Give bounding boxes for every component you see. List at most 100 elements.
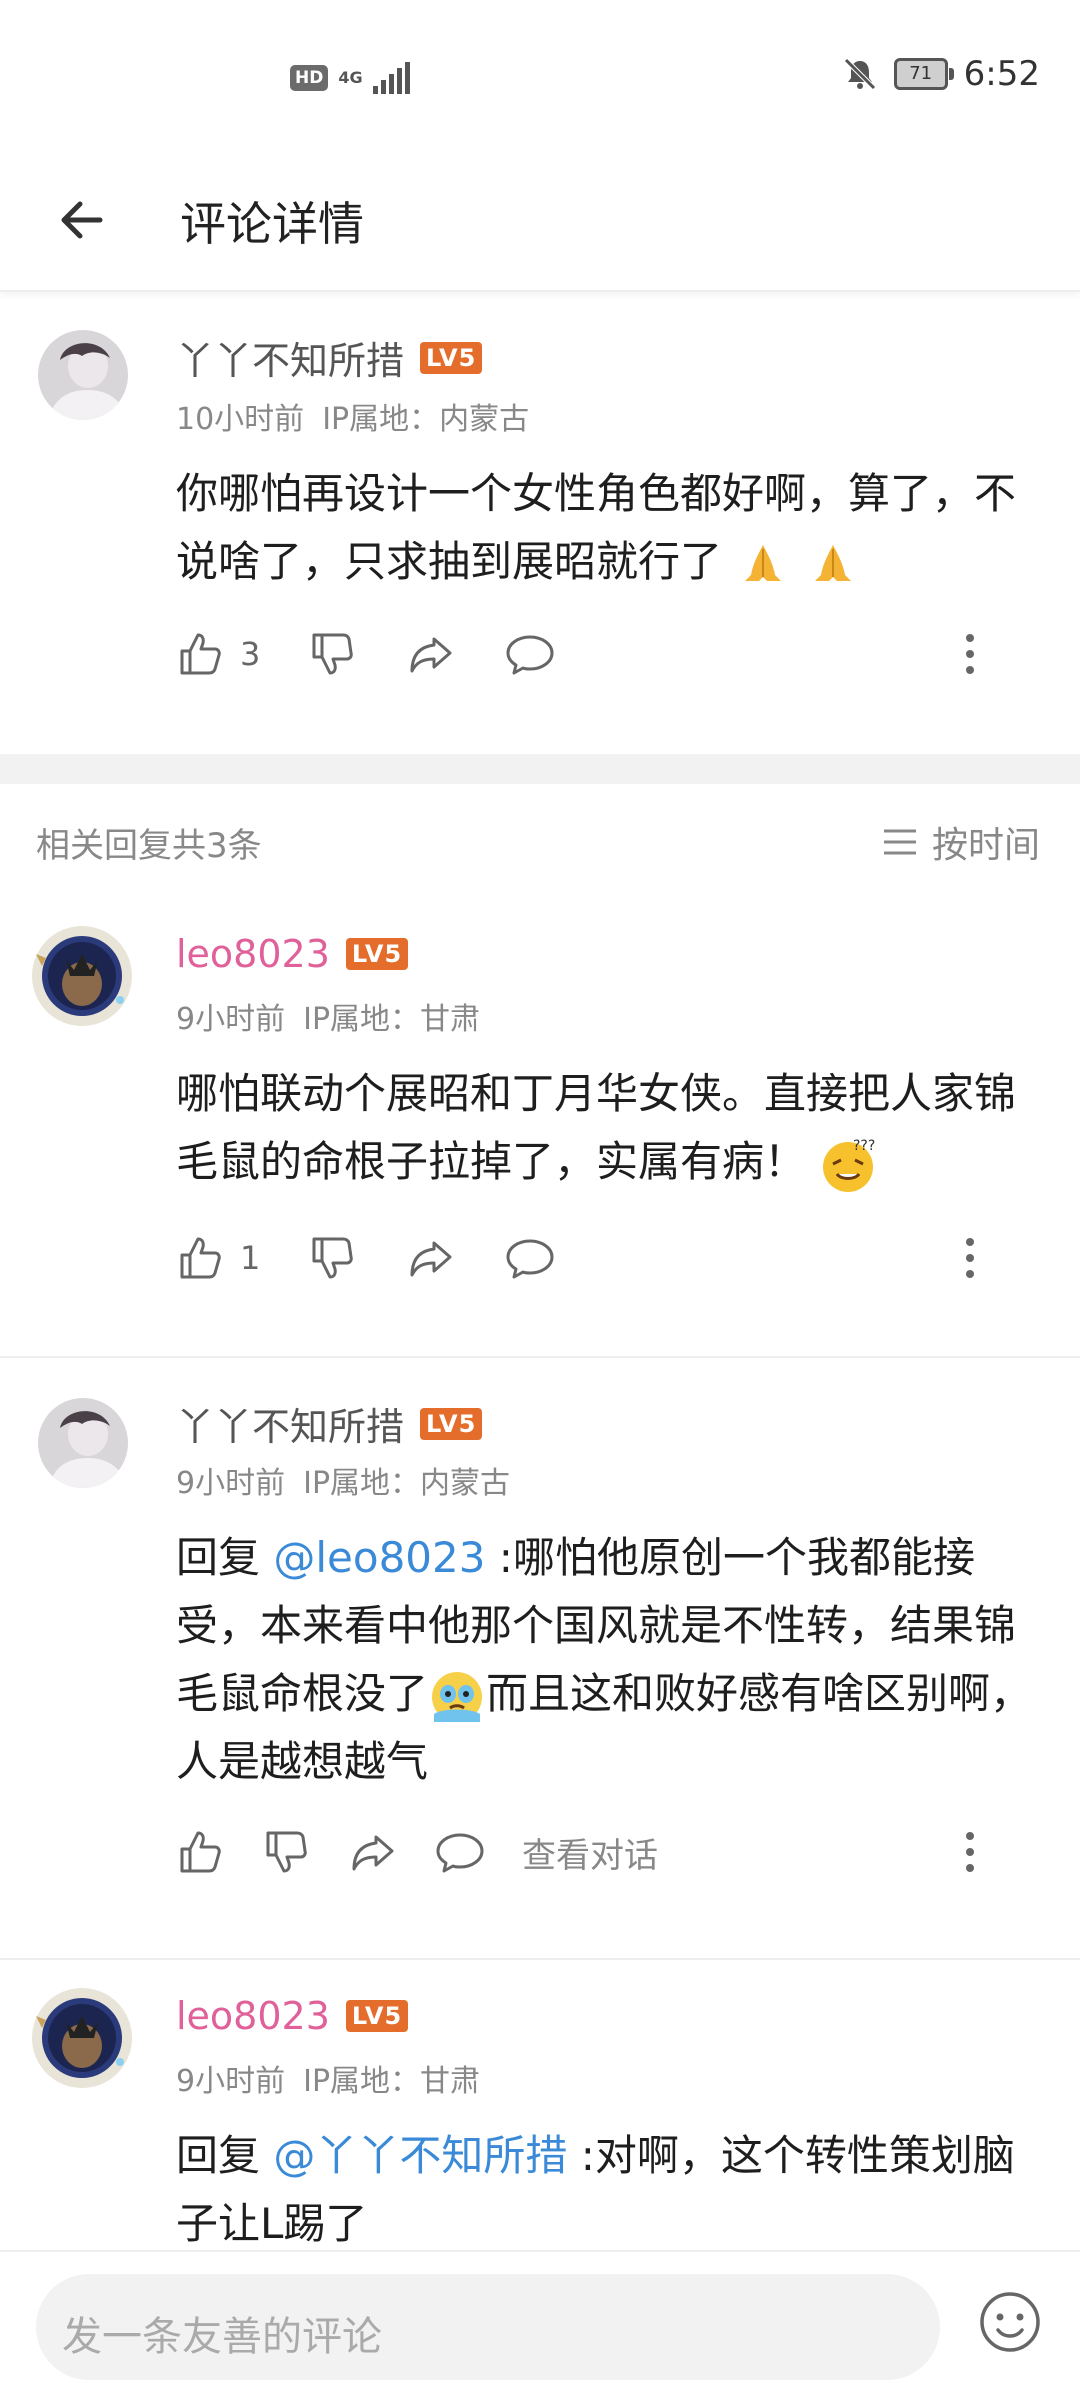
like-count: 3 — [240, 635, 261, 673]
comment-time: 9小时前 — [176, 1002, 286, 1037]
comment-text: 回复 @leo8023 :哪怕他原创一个我都能接受，本来看中他那个国风就是不性转… — [176, 1524, 1036, 1796]
comment-meta: 9小时前 IP属地：甘肃 — [176, 2056, 498, 2100]
ip-location: IP属地：内蒙古 — [322, 402, 530, 437]
sort-label: 按时间 — [931, 825, 1040, 866]
back-arrow-icon[interactable] — [52, 190, 112, 250]
comment-author[interactable]: 丫丫不知所措 LV5 — [176, 330, 483, 385]
clock: 6:52 — [963, 54, 1040, 94]
comment-input-bar: 发一条友善的评论 — [0, 2250, 1080, 2402]
comment-actions: 3 — [176, 624, 1036, 684]
avatar[interactable] — [38, 1398, 128, 1488]
avatar[interactable] — [30, 1986, 134, 2090]
share-button[interactable] — [348, 1827, 398, 1877]
avatar[interactable] — [30, 924, 134, 1028]
pray-emoji-icon — [745, 544, 782, 581]
level-badge: LV5 — [345, 938, 409, 970]
dizzy-face-emoji-icon: ??? — [823, 1138, 876, 1192]
status-bar: HD 4G 71 6:52 — [0, 0, 1080, 160]
comment-bubble-icon — [506, 635, 554, 675]
emoji-picker-icon[interactable] — [978, 2290, 1042, 2354]
more-options-icon[interactable] — [964, 1236, 976, 1280]
share-button[interactable] — [406, 1233, 456, 1283]
thumbs-down-icon — [312, 1237, 354, 1279]
share-button[interactable] — [406, 629, 456, 679]
comment-text: 回复 @丫丫不知所措 :对啊，这个转性策划脑子让L踢了 — [176, 2122, 1036, 2258]
view-conversation-label: 查看对话 — [522, 1835, 658, 1876]
comment-input[interactable]: 发一条友善的评论 — [36, 2274, 940, 2380]
network-status: HD 4G — [290, 62, 410, 94]
comment-author[interactable]: 丫丫不知所措 LV5 — [176, 1396, 483, 1451]
comment-author[interactable]: leo8023 LV5 — [176, 1994, 409, 2038]
comment-text-content: 哪怕联动个展昭和丁月华女侠。直接把人家锦毛鼠的命根子拉掉了，实属有病！ — [176, 1069, 1017, 1186]
reply-prefix: 回复 — [176, 2131, 274, 2180]
mute-bell-icon — [843, 58, 876, 90]
comment-meta: 9小时前 IP属地：甘肃 — [176, 994, 498, 1038]
comment-meta: 9小时前 IP属地：内蒙古 — [176, 1458, 528, 1502]
view-conversation-link[interactable]: 查看对话 — [522, 1828, 658, 1877]
username[interactable]: leo8023 — [176, 1994, 330, 2038]
level-badge: LV5 — [420, 341, 483, 374]
divider — [0, 1356, 1080, 1358]
username[interactable]: leo8023 — [176, 932, 330, 976]
reply-button[interactable] — [434, 1827, 486, 1877]
reply-prefix: 回复 — [176, 1533, 274, 1582]
dislike-button[interactable] — [308, 1233, 358, 1283]
sort-button[interactable]: 按时间 — [882, 816, 1040, 868]
comment-text: 你哪怕再设计一个女性角色都好啊，算了，不说啥了，只求抽到展昭就行了 — [176, 460, 1036, 596]
more-options-icon[interactable] — [964, 1830, 976, 1874]
replies-header: 相关回复共3条 按时间 — [0, 784, 1080, 894]
comment-time: 9小时前 — [176, 2064, 286, 2099]
avatar[interactable] — [38, 330, 128, 420]
comment-time: 9小时前 — [176, 1466, 286, 1501]
ip-location: IP属地：甘肃 — [303, 1002, 481, 1037]
dislike-button[interactable] — [262, 1827, 312, 1877]
level-badge: LV5 — [420, 1407, 483, 1440]
reply-button[interactable] — [504, 629, 556, 679]
thumbs-down-icon — [266, 1831, 307, 1873]
thumbs-up-icon — [180, 633, 221, 675]
mention-link[interactable]: @丫丫不知所措 — [273, 2131, 567, 2180]
signal-icon — [372, 62, 410, 94]
comment-text: 哪怕联动个展昭和丁月华女侠。直接把人家锦毛鼠的命根子拉掉了，实属有病！ ??? — [176, 1060, 1036, 1196]
thumbs-down-icon — [312, 633, 354, 675]
reply-count: 相关回复共3条 — [36, 826, 262, 866]
mention-link[interactable]: @leo8023 — [273, 1533, 485, 1582]
section-divider — [0, 754, 1080, 784]
thumbs-up-icon — [180, 1831, 221, 1873]
ip-location: IP属地：内蒙古 — [303, 1466, 511, 1501]
username[interactable]: 丫丫不知所措 — [176, 1396, 404, 1451]
top-app-bar: 评论详情 — [0, 160, 1080, 292]
comment-meta: 10小时前 IP属地：内蒙古 — [176, 394, 547, 438]
share-icon — [410, 637, 452, 673]
comment-actions: 1 — [176, 1228, 1036, 1288]
divider — [0, 1958, 1080, 1960]
username[interactable]: 丫丫不知所措 — [176, 330, 404, 385]
share-icon — [410, 1241, 452, 1277]
network-type: 4G — [338, 68, 363, 87]
level-badge: LV5 — [345, 2000, 409, 2032]
like-count: 1 — [240, 1239, 261, 1277]
sort-lines-icon — [883, 829, 916, 855]
like-button[interactable]: 3 — [176, 629, 260, 679]
more-options-icon[interactable] — [964, 632, 976, 676]
share-icon — [352, 1835, 394, 1871]
comment-bubble-icon — [506, 1239, 554, 1279]
hd-indicator: HD — [290, 65, 329, 91]
comment-actions: 查看对话 — [176, 1822, 1036, 1882]
pray-emoji-icon — [814, 544, 851, 581]
comment-text-content: 你哪怕再设计一个女性角色都好啊，算了，不说啥了，只求抽到展昭就行了 — [176, 469, 1017, 586]
reply-button[interactable] — [504, 1233, 556, 1283]
page-title: 评论详情 — [180, 197, 364, 251]
svg-text:???: ??? — [853, 1138, 875, 1154]
ip-location: IP属地：甘肃 — [303, 2064, 481, 2099]
dislike-button[interactable] — [308, 629, 358, 679]
comment-time: 10小时前 — [176, 402, 305, 437]
comment-bubble-icon — [436, 1833, 484, 1873]
like-button[interactable] — [176, 1827, 226, 1877]
battery-icon: 71 — [893, 58, 954, 90]
thumbs-up-icon — [180, 1237, 221, 1279]
comment-input-placeholder: 发一条友善的评论 — [62, 2314, 382, 2360]
like-button[interactable]: 1 — [176, 1233, 260, 1283]
crying-face-emoji-icon — [432, 1671, 483, 1722]
comment-author[interactable]: leo8023 LV5 — [176, 932, 409, 976]
